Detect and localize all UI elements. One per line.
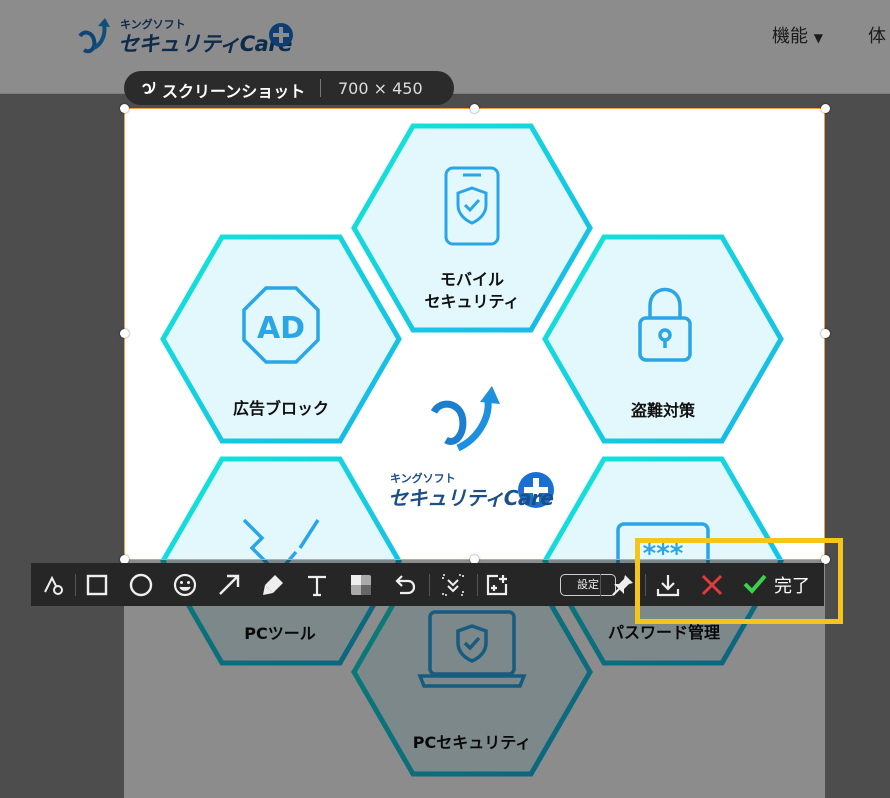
capture-selection[interactable] (124, 108, 825, 560)
shapes-icon (44, 575, 63, 595)
resize-handle-top-left[interactable] (120, 104, 129, 113)
dim-right (825, 108, 890, 560)
undo-button[interactable] (383, 563, 427, 606)
circle-icon (129, 573, 153, 596)
rectangle-icon (86, 574, 108, 595)
emoji-tool-button[interactable] (163, 563, 207, 606)
capture-size: 700 × 450 (338, 79, 423, 98)
arrow-tool-button[interactable] (207, 563, 251, 606)
capture-title: スクリーンショット (162, 82, 306, 101)
highlight-box (635, 538, 843, 624)
app-logo-icon (142, 81, 156, 94)
resize-handle-top[interactable] (470, 104, 479, 113)
add-frame-icon (486, 574, 508, 595)
arrow-icon (219, 574, 240, 595)
mosaic-tool-button[interactable] (339, 563, 383, 606)
text-icon (308, 575, 326, 596)
mosaic-icon (351, 574, 371, 595)
capture-size-badge: スクリーンショット 700 × 450 (124, 71, 454, 105)
pin-icon (612, 574, 633, 596)
dim-left (0, 108, 124, 560)
undo-icon (395, 574, 416, 594)
circle-tool-button[interactable] (119, 563, 163, 606)
marker-tool-button[interactable] (251, 563, 295, 606)
resize-handle-left[interactable] (120, 329, 129, 338)
shapes-tool-button[interactable] (31, 563, 75, 606)
text-tool-button[interactable] (295, 563, 339, 606)
marker-icon (263, 574, 283, 595)
toolbar-divider (429, 574, 430, 596)
scroll-capture-icon (442, 573, 464, 596)
resize-handle-right[interactable] (821, 329, 830, 338)
emoji-icon (173, 573, 197, 596)
scroll-capture-button[interactable] (431, 563, 475, 606)
rectangle-tool-button[interactable] (75, 563, 119, 606)
resize-handle-top-right[interactable] (821, 104, 830, 113)
badge-divider (320, 79, 321, 97)
add-frame-button[interactable] (475, 563, 519, 606)
